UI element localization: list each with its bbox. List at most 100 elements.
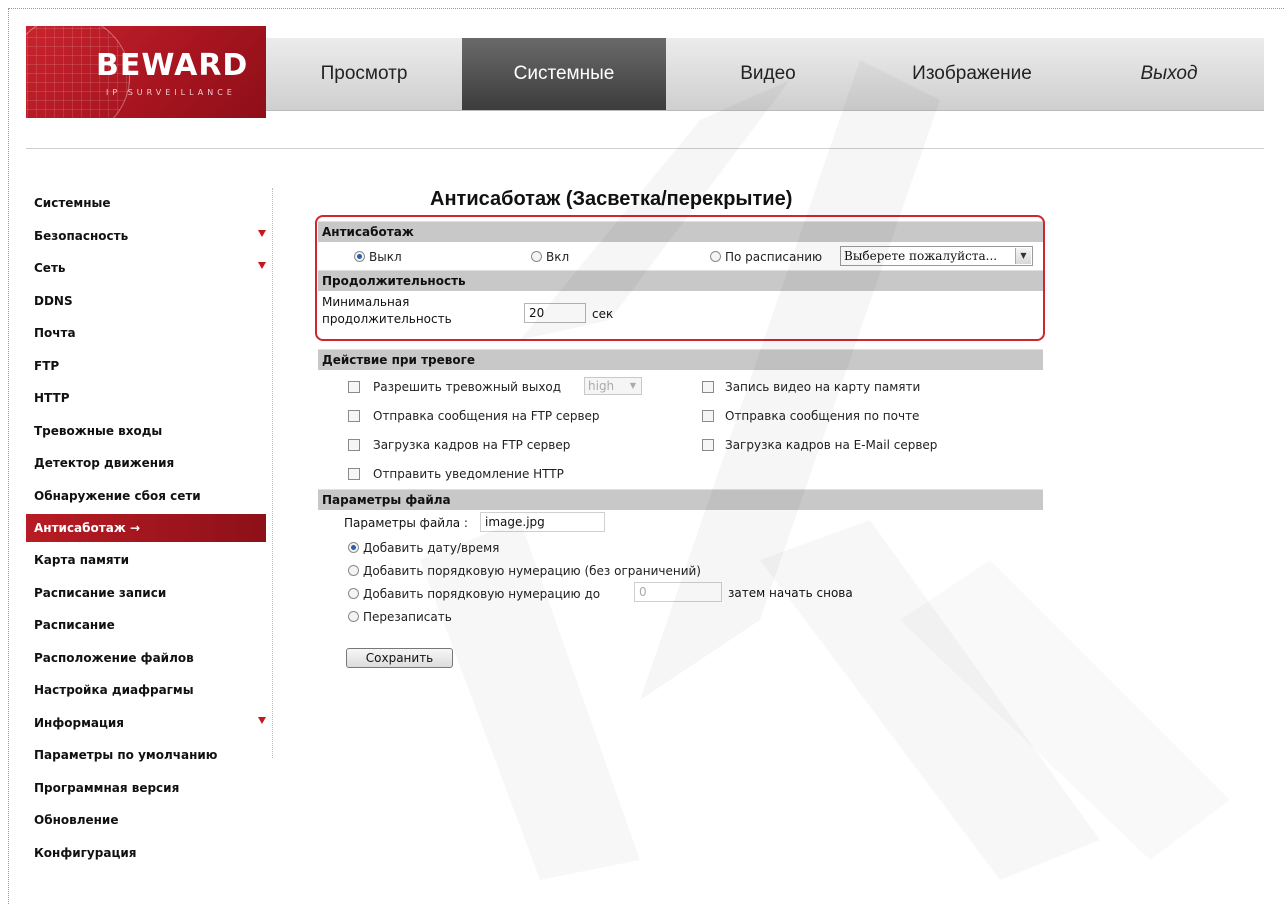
logo-tagline: IP SURVEILLANCE (106, 88, 236, 97)
top-nav: Просмотр Системные Видео Изображение Вых… (266, 38, 1264, 111)
sidebar: Системные Безопасность Сеть DDNS Почта F… (26, 188, 266, 870)
file-name-label: Параметры файла : (344, 516, 468, 530)
tamper-section: Антисаботаж Выкл Вкл По расписанию Выбер… (318, 221, 1043, 335)
sidebar-item-schedule[interactable]: Расписание (26, 610, 266, 643)
duration-label-line1: Минимальная (322, 295, 410, 309)
chevron-down-icon[interactable]: ▼ (1015, 248, 1031, 264)
sidebar-item-information[interactable]: Информация (26, 708, 266, 741)
output-level-select[interactable]: high ▼ (584, 377, 642, 395)
sidebar-item-http[interactable]: HTTP (26, 383, 266, 416)
opt-seq-upto[interactable]: Добавить порядковую нумерацию до (348, 586, 600, 601)
sd-record-checkbox[interactable] (702, 380, 714, 393)
ftp-message-label: Отправка сообщения на FTP сервер (373, 408, 600, 423)
alarm-options: Разрешить тревожный выход high ▼ Отправка… (318, 370, 1043, 494)
beward-logo: BEWARD IP SURVEILLANCE (26, 26, 266, 118)
mail-upload-option[interactable]: Загрузка кадров на E-Mail сервер (702, 437, 937, 452)
output-level-value: high (588, 379, 615, 393)
sidebar-item-defaults[interactable]: Параметры по умолчанию (26, 740, 266, 773)
mail-upload-label: Загрузка кадров на E-Mail сервер (725, 437, 938, 452)
alarm-header: Действие при тревоге (318, 349, 1043, 370)
sidebar-item-security[interactable]: Безопасность (26, 221, 266, 254)
ftp-message-option[interactable]: Отправка сообщения на FTP сервер (348, 408, 600, 423)
nav-video[interactable]: Видео (666, 38, 870, 110)
sidebar-item-alarm-inputs[interactable]: Тревожные входы (26, 416, 266, 449)
sidebar-item-label: Безопасность (34, 228, 129, 243)
sidebar-item-firmware[interactable]: Программная версия (26, 773, 266, 806)
radio-seq-unlimited[interactable] (348, 565, 359, 576)
file-header: Параметры файла (318, 489, 1043, 510)
sidebar-item-motion-detection[interactable]: Детектор движения (26, 448, 266, 481)
opt-overwrite[interactable]: Перезаписать (348, 609, 452, 624)
ftp-message-checkbox[interactable] (348, 409, 360, 422)
duration-input[interactable]: 20 (524, 303, 586, 323)
duration-unit: сек (592, 307, 614, 321)
seq-suffix: затем начать снова (728, 586, 853, 600)
ftp-upload-option[interactable]: Загрузка кадров на FTP сервер (348, 437, 570, 452)
mail-upload-checkbox[interactable] (702, 438, 714, 451)
nav-image[interactable]: Изображение (870, 38, 1074, 110)
sd-record-option[interactable]: Запись видео на карту памяти (702, 379, 920, 394)
http-notify-label: Отправить уведомление HTTP (373, 466, 564, 481)
mail-message-option[interactable]: Отправка сообщения по почте (702, 408, 919, 423)
tamper-on-option[interactable]: Вкл (531, 249, 569, 264)
sidebar-item-iris[interactable]: Настройка диафрагмы (26, 675, 266, 708)
page-title: Антисаботаж (Засветка/перекрытие) (430, 188, 793, 210)
opt-seq-upto-label: Добавить порядковую нумерацию до (363, 586, 601, 601)
nav-view[interactable]: Просмотр (266, 38, 462, 110)
tamper-on-label: Вкл (546, 249, 570, 264)
opt-datetime[interactable]: Добавить дату/время (348, 540, 499, 555)
logo-brand: BEWARD (96, 48, 249, 83)
nav-logout[interactable]: Выход (1074, 38, 1264, 110)
tamper-off-option[interactable]: Выкл (354, 249, 402, 264)
allow-output-checkbox[interactable] (348, 380, 360, 393)
radio-on[interactable] (531, 251, 542, 262)
tamper-schedule-label: По расписанию (725, 249, 823, 264)
http-notify-option[interactable]: Отправить уведомление HTTP (348, 466, 564, 481)
sidebar-item-ddns[interactable]: DDNS (26, 286, 266, 319)
alarm-section: Действие при тревоге Разрешить тревожный… (318, 349, 1043, 494)
sidebar-item-ftp[interactable]: FTP (26, 351, 266, 384)
radio-off[interactable] (354, 251, 365, 262)
file-name-input[interactable]: image.jpg (480, 512, 605, 532)
sd-record-label: Запись видео на карту памяти (725, 379, 921, 394)
opt-datetime-label: Добавить дату/время (363, 540, 500, 555)
sidebar-item-tamper[interactable]: Антисаботаж → (26, 514, 266, 542)
ftp-upload-checkbox[interactable] (348, 438, 360, 451)
duration-label: Минимальная продолжительность (322, 294, 452, 328)
nav-system[interactable]: Системные (462, 38, 666, 110)
save-button[interactable]: Сохранить (346, 648, 453, 668)
sidebar-item-file-location[interactable]: Расположение файлов (26, 643, 266, 676)
duration-header: Продолжительность (318, 270, 1043, 291)
seq-limit-input[interactable]: 0 (634, 582, 722, 602)
expand-arrow-icon (258, 229, 266, 237)
sidebar-item-network[interactable]: Сеть (26, 253, 266, 286)
mail-message-checkbox[interactable] (702, 409, 714, 422)
allow-output-option[interactable]: Разрешить тревожный выход (348, 379, 561, 394)
schedule-select-value: Выберете пожалуйста... (844, 249, 998, 263)
sidebar-item-record-schedule[interactable]: Расписание записи (26, 578, 266, 611)
tamper-off-label: Выкл (369, 249, 402, 264)
tamper-schedule-option[interactable]: По расписанию (710, 249, 822, 264)
file-section: Параметры файла Параметры файла : image.… (318, 489, 1043, 640)
sidebar-item-memory-card[interactable]: Карта памяти (26, 545, 266, 578)
sidebar-item-system[interactable]: Системные (26, 188, 266, 221)
sidebar-item-mail[interactable]: Почта (26, 318, 266, 351)
ftp-upload-label: Загрузка кадров на FTP сервер (373, 437, 571, 452)
schedule-select[interactable]: Выберете пожалуйста... ▼ (840, 246, 1033, 266)
expand-arrow-icon (258, 716, 266, 724)
sidebar-item-network-failure[interactable]: Обнаружение сбоя сети (26, 481, 266, 514)
http-notify-checkbox[interactable] (348, 467, 360, 480)
sidebar-item-config[interactable]: Конфигурация (26, 838, 266, 871)
sidebar-item-label: Сеть (34, 261, 66, 275)
radio-seq-upto[interactable] (348, 588, 359, 599)
radio-overwrite[interactable] (348, 611, 359, 622)
radio-schedule[interactable] (710, 251, 721, 262)
opt-seq-unlimited-label: Добавить порядковую нумерацию (без огран… (363, 563, 701, 578)
sidebar-divider (272, 188, 273, 758)
radio-datetime[interactable] (348, 542, 359, 553)
duration-label-line2: продолжительность (322, 312, 452, 326)
header-divider (26, 148, 1264, 149)
sidebar-item-update[interactable]: Обновление (26, 805, 266, 838)
sidebar-item-label: Информация (34, 715, 124, 730)
opt-seq-unlimited[interactable]: Добавить порядковую нумерацию (без огран… (348, 563, 701, 578)
